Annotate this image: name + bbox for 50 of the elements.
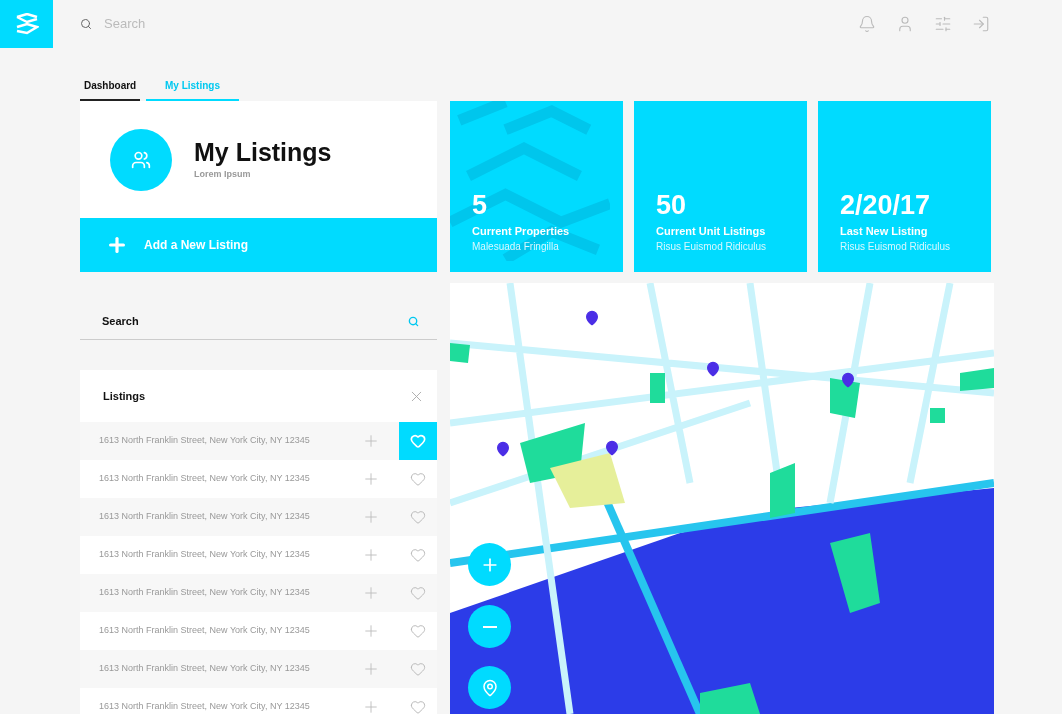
add-icon[interactable] <box>362 622 380 640</box>
listing-search-field[interactable]: Search <box>80 302 437 340</box>
listing-address: 1613 North Franklin Street, New York City, NY 12345 <box>98 624 311 638</box>
map-pin-icon[interactable] <box>705 361 721 377</box>
listing-address: 1613 North Franklin Street, New York City, NY 12345 <box>98 700 311 714</box>
stat-label: Current Unit Listings <box>656 223 767 239</box>
listing-address: 1613 North Franklin Street, New York City, NY 12345 <box>98 472 311 486</box>
add-icon[interactable] <box>362 584 380 602</box>
add-listing-button[interactable]: Add a New Listing <box>80 218 437 272</box>
page-subtitle: Lorem Ipsum <box>194 168 252 182</box>
page-title: My Listings <box>194 137 332 169</box>
stat-caption: Risus Euismod Ridiculus <box>840 240 952 254</box>
listing-row[interactable]: 1613 North Franklin Street, New York City, NY 12345 <box>80 498 437 536</box>
search-field[interactable]: Search <box>104 14 304 34</box>
stat-value: 2/20/17 <box>840 188 932 222</box>
stat-value: 5 <box>472 188 489 222</box>
location-pin-icon <box>480 678 499 697</box>
listings-heading: Listings <box>103 388 146 404</box>
add-icon[interactable] <box>362 698 380 714</box>
map-pin-icon[interactable] <box>840 372 856 388</box>
minus-icon <box>482 625 497 628</box>
notification-bell-icon[interactable] <box>858 15 876 33</box>
stat-value: 50 <box>656 188 688 222</box>
search-icon <box>80 18 92 30</box>
listing-address: 1613 North Franklin Street, New York City, NY 12345 <box>98 548 311 562</box>
add-icon[interactable] <box>362 660 380 678</box>
user-icon[interactable] <box>896 15 914 33</box>
listing-address: 1613 North Franklin Street, New York City, NY 12345 <box>98 434 311 448</box>
stat-caption: Malesuada Fringilla <box>472 240 560 254</box>
settings-sliders-icon[interactable] <box>934 15 952 33</box>
map-pin-icon[interactable] <box>604 440 620 456</box>
listing-row[interactable]: 1613 North Franklin Street, New York City, NY 12345 <box>80 650 437 688</box>
stat-label: Current Properties <box>472 223 571 239</box>
logo-icon[interactable] <box>0 0 53 48</box>
listing-address: 1613 North Franklin Street, New York City, NY 12345 <box>98 662 311 676</box>
add-icon[interactable] <box>362 432 380 450</box>
stat-label: Last New Listing <box>840 223 929 239</box>
map-pin-icon[interactable] <box>584 310 600 326</box>
plus-icon <box>106 234 128 256</box>
add-icon[interactable] <box>362 470 380 488</box>
add-icon[interactable] <box>362 546 380 564</box>
search-icon <box>408 316 419 327</box>
listing-address: 1613 North Franklin Street, New York City, NY 12345 <box>98 586 311 600</box>
sign-out-icon[interactable] <box>972 15 990 33</box>
listing-row[interactable]: 1613 North Franklin Street, New York City, NY 12345 <box>80 574 437 612</box>
listing-row[interactable]: 1613 North Franklin Street, New York City, NY 12345 <box>80 422 437 460</box>
stat-caption: Risus Euismod Ridiculus <box>656 240 768 254</box>
listing-address: 1613 North Franklin Street, New York City, NY 12345 <box>98 510 311 524</box>
add-icon[interactable] <box>362 508 380 526</box>
map-pin-icon[interactable] <box>495 441 511 457</box>
